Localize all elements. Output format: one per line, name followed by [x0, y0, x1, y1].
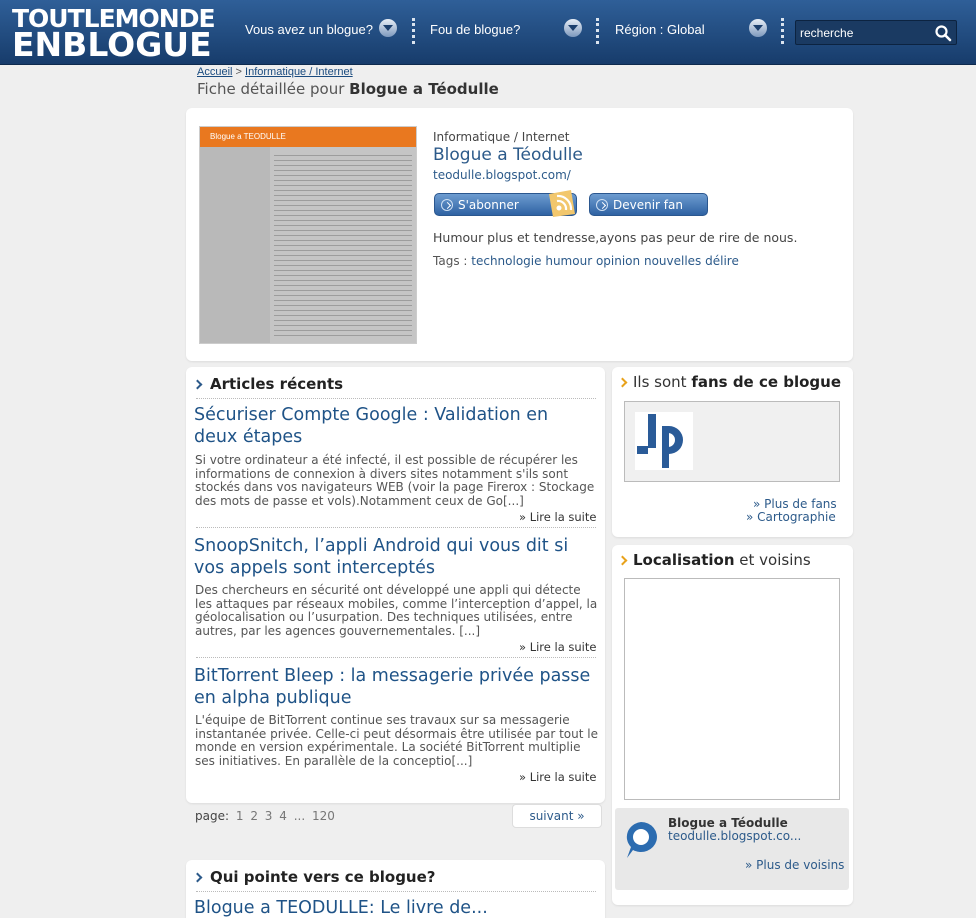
page-link[interactable]: 120 [312, 809, 335, 823]
location-title-suffix: et voisins [739, 551, 811, 569]
location-map[interactable] [624, 578, 840, 800]
backlinks-title: Qui pointe vers ce blogue? [210, 868, 435, 886]
divider [196, 657, 596, 658]
search-input[interactable] [800, 24, 930, 42]
location-title: Localisation et voisins [633, 551, 811, 569]
neighbor-url[interactable]: teodulle.blogspot.co... [668, 829, 801, 843]
breadcrumb-category[interactable]: Informatique / Internet [245, 66, 353, 78]
next-page-button[interactable]: suivant » [512, 804, 602, 828]
tag-link[interactable]: humour [545, 254, 592, 268]
read-more-link[interactable]: » Lire la suite [519, 510, 596, 524]
article-excerpt: L'équipe de BitTorrent continue ses trav… [195, 713, 598, 768]
map-link[interactable]: » Cartographie [746, 510, 836, 524]
tags-label: Tags : [433, 254, 468, 268]
divider [196, 891, 596, 892]
tag-link[interactable]: nouvelles [644, 254, 701, 268]
divider [196, 398, 596, 399]
nav-separator [412, 18, 415, 44]
breadcrumb: Accueil > Informatique / Internet [197, 66, 353, 78]
backlink-item[interactable]: Blogue a TEODULLE: Le livre de... [194, 897, 594, 918]
nav-have-blog[interactable]: Vous avez un blogue? [245, 22, 373, 37]
rss-icon [549, 190, 575, 217]
divider [196, 527, 596, 528]
fans-title: Ils sont fans de ce blogue [633, 373, 841, 391]
fans-title-prefix: Ils sont [633, 373, 687, 391]
chevron-down-icon[interactable] [749, 19, 767, 37]
article-title[interactable]: BitTorrent Bleep : la messagerie privée … [194, 665, 594, 709]
search-icon[interactable] [934, 24, 952, 42]
page-title: Fiche détaillée pour Blogue a Téodulle [197, 80, 499, 98]
blog-thumbnail[interactable]: Blogue a TEODULLE [199, 126, 417, 344]
chevron-right-icon [441, 199, 453, 211]
more-neighbors-link[interactable]: » Plus de voisins [745, 858, 844, 872]
chevron-down-icon[interactable] [379, 19, 397, 37]
become-fan-label: Devenir fan [613, 198, 683, 212]
logo-line-2: ENBLOGUE [12, 25, 212, 64]
page-link[interactable]: 2 [250, 809, 258, 823]
recent-articles-title: Articles récents [210, 375, 343, 393]
neighbor-card[interactable]: Blogue a Téodulle teodulle.blogspot.co..… [615, 808, 849, 890]
blog-category[interactable]: Informatique / Internet [433, 130, 569, 144]
page-link[interactable]: 4 [279, 809, 287, 823]
nav-separator [596, 18, 599, 44]
nav-blog-fan[interactable]: Fou de blogue? [430, 22, 520, 37]
blog-tags: Tags : technologie humour opinion nouvel… [433, 254, 739, 268]
article-title[interactable]: Sécuriser Compte Google : Validation en … [194, 404, 594, 448]
more-fans-link[interactable]: » Plus de fans [753, 497, 837, 511]
tag-link[interactable]: opinion [596, 254, 640, 268]
blog-name[interactable]: Blogue a Téodulle [433, 145, 583, 165]
page-link[interactable]: 3 [265, 809, 273, 823]
page-title-prefix: Fiche détaillée pour [197, 80, 345, 98]
read-more-link[interactable]: » Lire la suite [519, 770, 596, 784]
pagination-label: page: [195, 809, 230, 823]
thumbnail-content [274, 153, 412, 339]
page-title-blog: Blogue a Téodulle [349, 80, 499, 98]
article-title[interactable]: SnoopSnitch, l’appli Android qui vous di… [194, 535, 594, 579]
chevron-right-icon [596, 199, 608, 211]
blog-description: Humour plus et tendresse,ayons pas peur … [433, 230, 798, 245]
chevron-down-icon[interactable] [564, 19, 582, 37]
thumbnail-sidebar [200, 147, 270, 343]
subscribe-button[interactable]: S'abonner [434, 190, 577, 217]
nav-region[interactable]: Région : Global [615, 22, 705, 37]
speech-bubble-icon [626, 822, 657, 858]
page-link[interactable]: 1 [236, 809, 244, 823]
neighbor-name[interactable]: Blogue a Téodulle [668, 816, 788, 830]
fans-title-bold: fans de ce blogue [691, 373, 842, 391]
location-title-bold: Localisation [633, 551, 735, 569]
article-excerpt: Si votre ordinateur a été infecté, il es… [195, 453, 595, 508]
thumbnail-title: Blogue a TEODULLE [200, 127, 416, 147]
tag-link[interactable]: technologie [471, 254, 541, 268]
become-fan-button[interactable]: Devenir fan [589, 193, 708, 216]
site-logo[interactable]: TOUTLEMONDE ENBLOGUE [12, 6, 216, 64]
pagination: page: 1 2 3 4 ... 120 [195, 809, 335, 823]
backlinks-title-text: Qui pointe vers ce blogue? [210, 868, 436, 886]
fan-avatar[interactable] [635, 412, 693, 470]
breadcrumb-home[interactable]: Accueil [197, 66, 232, 78]
read-more-link[interactable]: » Lire la suite [519, 640, 596, 654]
recent-articles-title-text: Articles récents [210, 375, 344, 393]
breadcrumb-separator: > [235, 66, 242, 78]
fans-list [624, 401, 840, 482]
nav-separator [781, 18, 784, 44]
page-ellipsis: ... [293, 809, 306, 823]
top-header: TOUTLEMONDE ENBLOGUE Vous avez un blogue… [0, 0, 976, 65]
tag-link[interactable]: délire [705, 254, 739, 268]
blog-url[interactable]: teodulle.blogspot.com/ [433, 168, 571, 182]
search-box [795, 20, 957, 45]
article-excerpt: Des chercheurs en sécurité ont développé… [195, 583, 598, 638]
subscribe-label: S'abonner [458, 198, 519, 212]
